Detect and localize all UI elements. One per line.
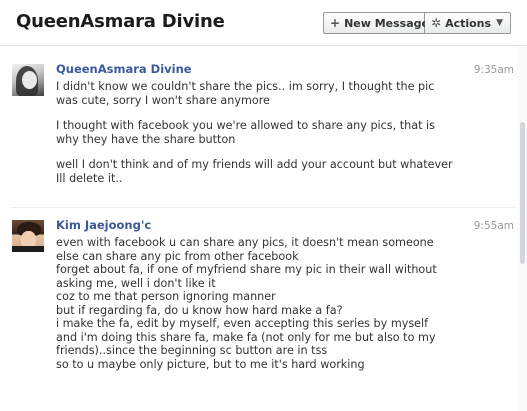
plus-icon: + [330,16,341,30]
message-body: even with facebook u can share any pics,… [56,236,476,371]
message-line: asking me, well i don't like it [56,276,216,290]
conversation-header: QueenAsmara Divine + New Message ✲ Actio… [0,0,527,46]
message-line: Ill delete it.. [56,171,123,185]
message-timestamp: 9:35am [473,64,514,76]
message-line: else can share any pic from other facebo… [56,249,299,263]
message-paragraph: well I don't think and of my friends wil… [56,158,476,185]
message-line: well I don't think and of my friends wil… [56,158,453,171]
message-line: was cute, sorry I won't share anymore [56,93,270,107]
message-divider [10,207,515,208]
message-author-link[interactable]: QueenAsmara Divine [56,62,192,76]
actions-label: Actions [445,16,492,30]
message-author-link[interactable]: Kim Jaejoong'c [56,218,151,232]
message-timestamp: 9:55am [473,220,514,232]
scrollbar-thumb[interactable] [520,122,525,264]
message-line: I thought with facebook you we're allowe… [56,119,435,132]
new-message-button[interactable]: + New Message [323,12,429,34]
message-paragraph: I thought with facebook you we're allowe… [56,119,476,146]
message-line: so to u maybe only picture, but to me it… [56,357,365,371]
message-line: but if regarding fa, do u know how hard … [56,303,343,317]
avatar[interactable] [12,220,44,252]
message-line: and i'm doing this share fa, make fa (no… [56,330,436,344]
message-line: why they have the share button [56,132,236,146]
gear-icon: ✲ [431,16,442,30]
message-line: forget about fa, if one of myfriend shar… [56,263,437,276]
message-line: i make the fa, edit by myself, even acce… [56,317,429,330]
message-line: I didn't know we couldn't share the pics… [56,80,435,93]
avatar[interactable] [12,64,44,96]
message-thread: QueenAsmara Divine 9:35am I didn't know … [0,47,518,411]
message-line: even with facebook u can share any pics,… [56,236,434,249]
message-body: I didn't know we couldn't share the pics… [56,80,476,197]
message-paragraph: I didn't know we couldn't share the pics… [56,80,476,107]
message-line: coz to me that person ignoring manner [56,290,276,303]
new-message-label: New Message [344,16,429,30]
message-line: friends)..since the beginning sc button … [56,344,328,357]
conversation-title: QueenAsmara Divine [16,11,225,32]
chevron-down-icon: ▼ [496,18,503,28]
actions-button[interactable]: ✲ Actions ▼ [425,12,511,34]
